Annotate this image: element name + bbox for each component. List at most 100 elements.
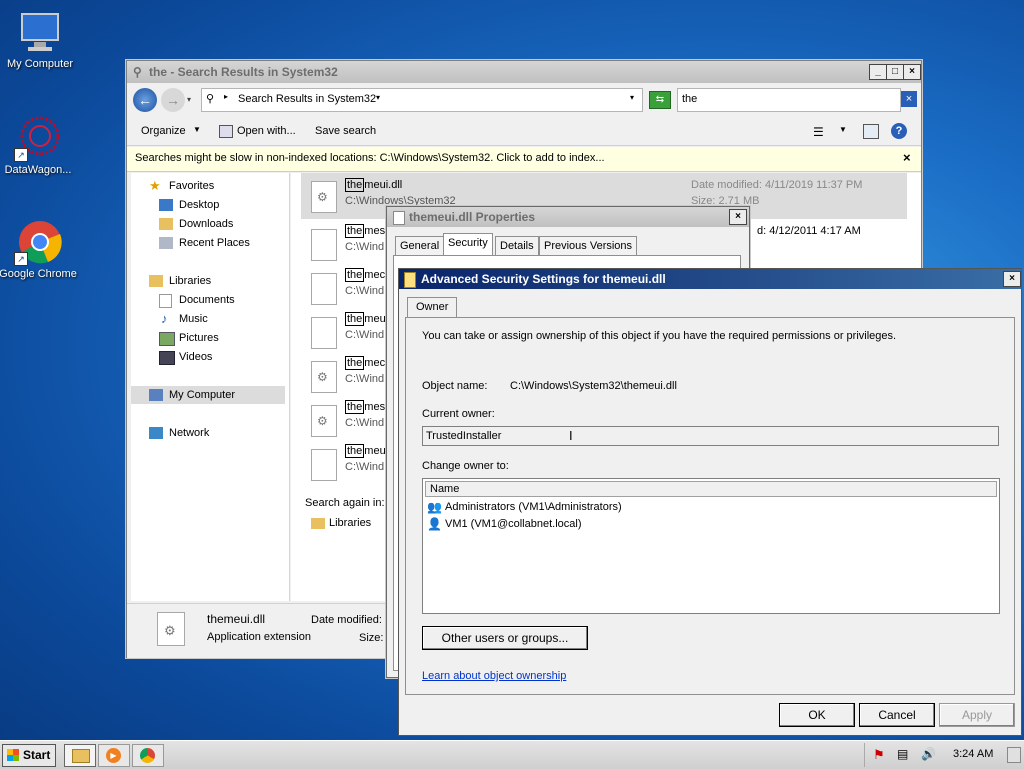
tab-previous-versions[interactable]: Previous Versions [539, 236, 638, 255]
command-bar: Organize ▼ Open with... Save search ☰ ▼ … [127, 119, 921, 146]
close-button[interactable]: × [729, 209, 747, 225]
action-center-icon[interactable]: ⚑ [873, 747, 885, 763]
highlight-match: the [345, 224, 365, 238]
search-again-libraries[interactable]: Libraries [311, 517, 371, 529]
desktop-icon-my-computer[interactable]: My Computer [0, 8, 80, 70]
file-path: C:\Wind [345, 417, 385, 429]
file-path: C:\Wind [345, 285, 385, 297]
nav-network[interactable]: Network [149, 424, 209, 442]
refresh-button[interactable]: ⇆ [649, 91, 671, 109]
recent-places-icon [159, 237, 173, 249]
ok-button[interactable]: OK [779, 703, 855, 727]
nav-pictures[interactable]: Pictures [159, 329, 219, 347]
list-item[interactable]: 👤 VM1 (VM1@collabnet.local) [427, 516, 582, 532]
star-icon: ★ [149, 178, 161, 193]
documents-icon [159, 294, 172, 308]
highlight-match: the [345, 400, 365, 414]
datawagon-icon: ↗ [14, 114, 62, 162]
search-input[interactable]: the [677, 88, 901, 112]
forward-button[interactable]: → [161, 88, 185, 112]
dll-file-icon: ⚙ [311, 181, 337, 213]
clear-search-button[interactable]: × [901, 91, 917, 107]
tab-security[interactable]: Security [443, 233, 493, 255]
pictures-icon [159, 332, 175, 346]
close-button[interactable]: × [1003, 271, 1021, 287]
nav-favorites[interactable]: ★ Favorites [149, 177, 214, 195]
nav-documents[interactable]: Documents [159, 291, 235, 309]
nav-recent-places[interactable]: Recent Places [159, 234, 250, 252]
owner-list[interactable]: Name 👥 Administrators (VM1\Administrator… [422, 478, 1000, 614]
recent-pages-dropdown[interactable]: ▾ [187, 95, 191, 104]
details-file-name: themeui.dll [207, 612, 266, 626]
computer-icon [149, 389, 163, 401]
clock[interactable]: 3:24 AM [953, 748, 993, 760]
show-desktop-button[interactable] [1007, 747, 1021, 763]
open-with-button[interactable]: Open with... [237, 125, 296, 137]
nav-videos[interactable]: Videos [159, 348, 212, 366]
nav-desktop[interactable]: Desktop [159, 196, 219, 214]
tab-details[interactable]: Details [495, 236, 539, 255]
minimize-button[interactable]: _ [869, 64, 887, 80]
volume-icon[interactable]: 🔊 [921, 747, 936, 761]
chevron-down-icon[interactable]: ▼ [839, 125, 847, 134]
downloads-icon [159, 218, 173, 230]
info-bar-text: Searches might be slow in non-indexed lo… [135, 152, 605, 164]
open-with-icon [219, 125, 233, 138]
explorer-titlebar[interactable]: ⚲ the - Search Results in System32 _ □ × [127, 61, 921, 83]
chevron-down-icon[interactable]: ▾ [376, 93, 380, 102]
chrome-icon [140, 748, 155, 763]
tab-owner[interactable]: Owner [407, 297, 458, 318]
network-icon[interactable]: ▤ [897, 747, 908, 761]
list-header-name[interactable]: Name [425, 481, 997, 497]
taskbar-chrome-button[interactable] [132, 744, 164, 767]
nav-libraries[interactable]: Libraries [149, 272, 211, 290]
close-button[interactable]: × [903, 64, 921, 80]
tab-general[interactable]: General [395, 236, 445, 255]
info-bar[interactable]: Searches might be slow in non-indexed lo… [127, 147, 921, 172]
desktop-icon [159, 199, 173, 211]
highlight-match: the [345, 268, 365, 282]
nav-music[interactable]: ♪ Music [159, 310, 208, 328]
change-owner-label: Change owner to: [422, 460, 509, 472]
address-dropdown-icon[interactable]: ▾ [630, 93, 634, 102]
breadcrumb-chevron-icon[interactable]: ▸ [224, 92, 228, 101]
help-icon[interactable]: ? [891, 123, 907, 139]
properties-titlebar[interactable]: themeui.dll Properties × [387, 207, 749, 227]
apply-button[interactable]: Apply [939, 703, 1015, 727]
group-icon: 👥 [427, 500, 442, 514]
save-search-button[interactable]: Save search [315, 125, 376, 137]
object-name-value: C:\Windows\System32\themeui.dll [510, 380, 677, 392]
navigation-pane: ★ Favorites Desktop Downloads Recent Plac… [131, 173, 290, 601]
maximize-button[interactable]: □ [886, 64, 904, 80]
close-icon[interactable]: × [903, 150, 911, 165]
list-header-label: Name [430, 483, 460, 495]
organize-button[interactable]: Organize [141, 125, 186, 137]
list-item[interactable]: 👥 Administrators (VM1\Administrators) [427, 499, 622, 515]
windows-logo-icon [7, 749, 19, 761]
nav-my-computer[interactable]: My Computer [131, 386, 285, 404]
preview-pane-icon[interactable] [863, 124, 879, 139]
start-button[interactable]: Start [2, 744, 56, 767]
window-title: the - Search Results in System32 [149, 65, 338, 79]
media-player-icon: ▶ [106, 748, 121, 763]
file-icon [311, 273, 337, 305]
taskbar-media-player-button[interactable]: ▶ [98, 744, 130, 767]
object-name-label: Object name: [422, 380, 488, 392]
desktop-icon-chrome[interactable]: ↗ Google Chrome [0, 218, 78, 280]
advanced-security-titlebar[interactable]: Advanced Security Settings for themeui.d… [399, 269, 1021, 289]
cancel-button[interactable]: Cancel [859, 703, 935, 727]
system-tray: ⚑ ▤ 🔊 3:24 AM [864, 743, 1023, 767]
search-icon: ⚲ [133, 65, 142, 79]
file-name: meui [364, 313, 389, 325]
file-path: C:\Wind [345, 373, 385, 385]
desktop-icon-datawagon[interactable]: ↗ DataWagon... [0, 114, 78, 176]
file-path: C:\Wind [345, 461, 385, 473]
learn-ownership-link[interactable]: Learn about object ownership [422, 670, 566, 682]
back-button[interactable]: ← [133, 88, 157, 112]
taskbar-explorer-button[interactable] [64, 744, 96, 767]
other-users-groups-button[interactable]: Other users or groups... [422, 626, 588, 650]
address-bar[interactable]: ⚲ ▸ Search Results in System32 ▾ ▾ [201, 88, 643, 112]
nav-downloads[interactable]: Downloads [159, 215, 233, 233]
view-options-icon[interactable]: ☰ [813, 125, 824, 139]
address-row: ← → ▾ ⚲ ▸ Search Results in System32 ▾ ▾… [127, 83, 921, 117]
